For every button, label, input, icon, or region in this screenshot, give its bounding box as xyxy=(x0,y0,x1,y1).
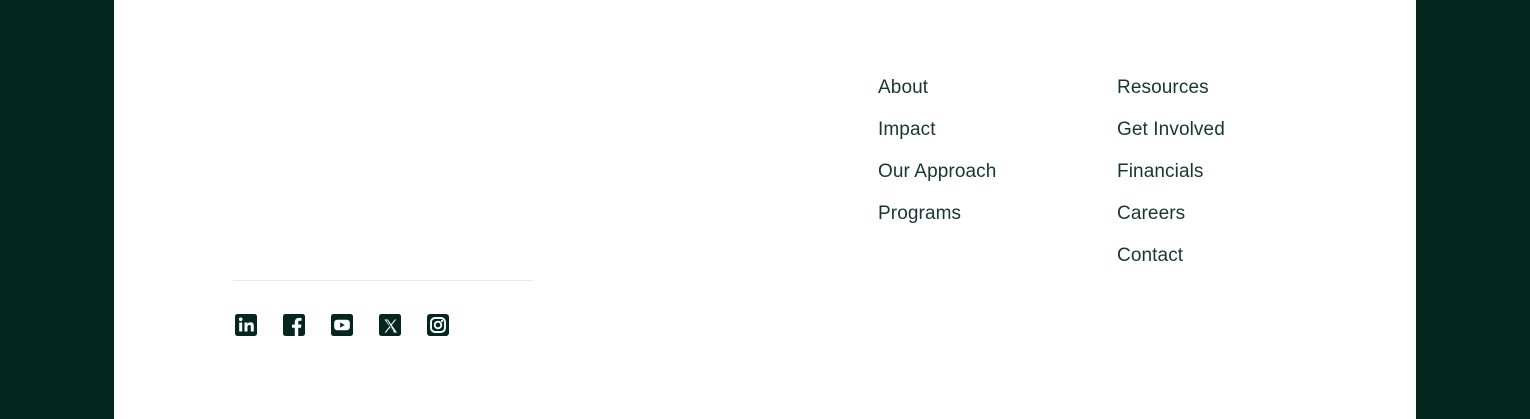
footer-link-about[interactable]: About xyxy=(878,77,928,98)
linkedin-icon xyxy=(235,314,257,336)
youtube-link[interactable] xyxy=(331,313,353,337)
footer-divider xyxy=(233,280,533,281)
youtube-icon xyxy=(331,314,353,336)
footer-link-our-approach[interactable]: Our Approach xyxy=(878,161,996,182)
footer-link-contact[interactable]: Contact xyxy=(1117,245,1183,266)
facebook-icon xyxy=(283,314,305,336)
footer-link-resources[interactable]: Resources xyxy=(1117,77,1209,98)
footer-link-careers[interactable]: Careers xyxy=(1117,203,1185,224)
x-twitter-link[interactable] xyxy=(379,313,401,337)
footer-link-impact[interactable]: Impact xyxy=(878,119,936,140)
footer-link-financials[interactable]: Financials xyxy=(1117,161,1204,182)
linkedin-link[interactable] xyxy=(235,313,257,337)
instagram-link[interactable] xyxy=(427,313,449,337)
footer-link-get-involved[interactable]: Get Involved xyxy=(1117,119,1225,140)
footer-panel: About Impact Our Approach Programs Resou… xyxy=(114,0,1416,419)
social-links xyxy=(235,313,449,337)
footer-nav-column-2: Resources Get Involved Financials Career… xyxy=(1117,74,1225,284)
facebook-link[interactable] xyxy=(283,313,305,337)
instagram-icon xyxy=(427,314,449,336)
footer-link-programs[interactable]: Programs xyxy=(878,203,961,224)
x-twitter-icon xyxy=(379,314,401,336)
footer-nav-column-1: About Impact Our Approach Programs xyxy=(878,74,996,242)
